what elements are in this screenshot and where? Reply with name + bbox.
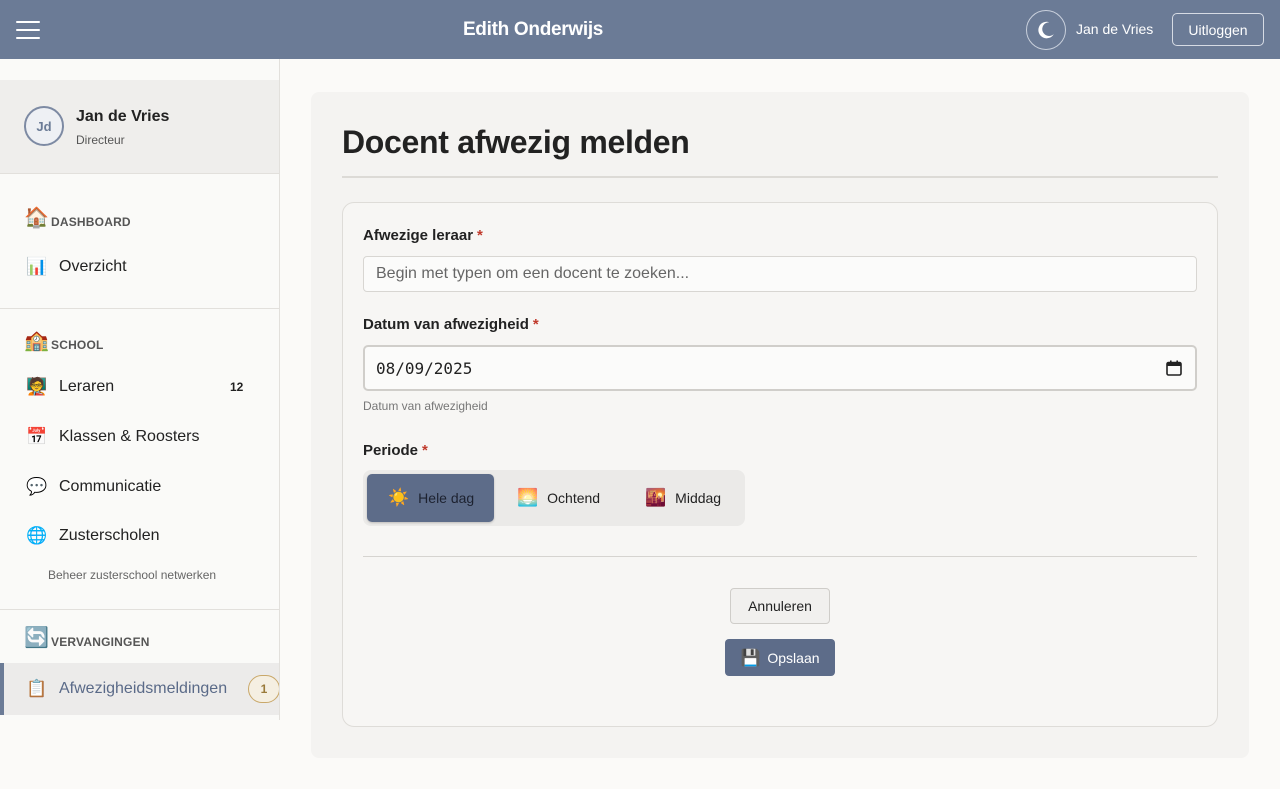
date-label-text: Datum van afwezigheid — [363, 316, 529, 333]
sidebar-divider — [0, 308, 279, 309]
section-dashboard: 🏠 DASHBOARD — [24, 207, 131, 229]
save-button-label: Opslaan — [767, 649, 820, 666]
period-option-label: Hele dag — [418, 490, 475, 506]
sidebar-item-afwezigheidsmeldingen[interactable]: 📋 Afwezigheidsmeldingen 1 — [0, 663, 279, 715]
sun-icon: ☀️ — [388, 488, 410, 507]
period-option-label: Middag — [675, 490, 722, 506]
app-title: Edith Onderwijs — [462, 19, 604, 40]
section-label: DASHBOARD — [51, 215, 131, 229]
cancel-button[interactable]: Annuleren — [730, 588, 830, 624]
required-marker: * — [477, 227, 483, 244]
sidebar-item-label: Zusterscholen — [59, 527, 160, 544]
required-marker: * — [422, 442, 428, 459]
sunset-icon: 🌇 — [645, 488, 667, 507]
calendar-icon: 📅 — [26, 427, 48, 446]
house-icon: 🏠 — [24, 207, 49, 229]
main-content: Docent afwezig melden Afwezige leraar* D… — [311, 92, 1249, 758]
calendar-icon[interactable] — [1165, 359, 1183, 377]
sidebar-item-subtitle: Beheer zusterschool netwerken — [48, 568, 217, 582]
form-divider — [363, 556, 1197, 557]
sidebar-item-zusterscholen[interactable]: 🌐 Zusterscholen — [0, 516, 279, 556]
teacher-field-label: Afwezige leraar * — [363, 227, 483, 244]
speech-bubble-icon: 💬 — [26, 477, 48, 496]
title-divider — [342, 176, 1218, 178]
date-value: 08/09/2025 — [376, 359, 473, 378]
required-marker: * — [532, 316, 539, 333]
sidebar-divider — [0, 609, 279, 610]
clipboard-icon: 📋 — [26, 679, 48, 698]
teacher-label-text: Afwezige leraar — [363, 227, 474, 244]
save-button[interactable]: 💾 Opslaan — [725, 639, 835, 676]
sidebar-item-label: Klassen & Roosters — [59, 428, 200, 445]
date-input[interactable]: 08/09/2025 — [363, 345, 1197, 391]
sidebar-item-label: Leraren — [59, 378, 115, 395]
globe-icon: 🌐 — [26, 526, 48, 545]
sidebar-item-klassen[interactable]: 📅 Klassen & Roosters — [0, 417, 279, 457]
sidebar-item-label: Afwezigheidsmeldingen — [59, 680, 228, 697]
moon-icon — [1038, 21, 1054, 39]
period-option-label: Ochtend — [547, 490, 601, 506]
section-school: 🏫 SCHOOL — [24, 330, 104, 352]
refresh-icon: 🔄 — [24, 627, 49, 649]
teacher-icon: 🧑‍🏫 — [26, 377, 48, 396]
bar-chart-icon: 📊 — [26, 257, 48, 276]
user-profile: Jd Jan de Vries Directeur — [0, 80, 279, 174]
section-vervangingen: 🔄 VERVANGINGEN — [24, 627, 150, 649]
header-user-name: Jan de Vries — [1076, 21, 1154, 37]
period-field-label: Periode * — [363, 442, 428, 459]
theme-toggle-button[interactable] — [1026, 10, 1066, 50]
sidebar-item-communicatie[interactable]: 💬 Communicatie — [0, 467, 279, 507]
school-icon: 🏫 — [24, 330, 49, 352]
period-option-middag[interactable]: 🌇 Middag — [624, 474, 741, 522]
profile-name: Jan de Vries — [76, 108, 170, 125]
period-toggle-group: ☀️ Hele dag 🌅 Ochtend 🌇 Middag — [363, 470, 745, 526]
period-label-text: Periode — [363, 442, 419, 459]
top-bar: Edith Onderwijs Jan de Vries Uitloggen — [0, 0, 1280, 59]
logout-button[interactable]: Uitloggen — [1172, 13, 1264, 46]
section-label: SCHOOL — [51, 338, 104, 352]
date-help-text: Datum van afwezigheid — [363, 399, 488, 413]
sidebar-item-label: Overzicht — [59, 258, 127, 275]
sidebar-item-label: Communicatie — [59, 478, 162, 495]
section-label: VERVANGINGEN — [51, 635, 150, 649]
period-option-ochtend[interactable]: 🌅 Ochtend — [498, 474, 620, 522]
teacher-search-input[interactable] — [363, 256, 1197, 292]
sidebar-item-leraren[interactable]: 🧑‍🏫 Leraren 12 — [0, 367, 279, 407]
avatar: Jd — [24, 106, 64, 146]
profile-role: Directeur — [76, 133, 125, 147]
teacher-count: 12 — [230, 380, 244, 394]
absence-form: Afwezige leraar* Datum van afwezigheid* … — [342, 202, 1218, 727]
page-title: Docent afwezig melden — [342, 124, 690, 160]
sunrise-icon: 🌅 — [517, 488, 539, 507]
sidebar-item-overzicht[interactable]: 📊 Overzicht — [0, 247, 279, 287]
period-option-hele-dag[interactable]: ☀️ Hele dag — [367, 474, 494, 522]
absence-count-badge: 1 — [248, 675, 279, 703]
date-field-label: Datum van afwezigheid * — [363, 316, 539, 333]
sidebar: Jd Jan de Vries Directeur 🏠 DASHBOARD 📊 … — [0, 59, 280, 720]
floppy-disk-icon: 💾 — [740, 649, 761, 667]
